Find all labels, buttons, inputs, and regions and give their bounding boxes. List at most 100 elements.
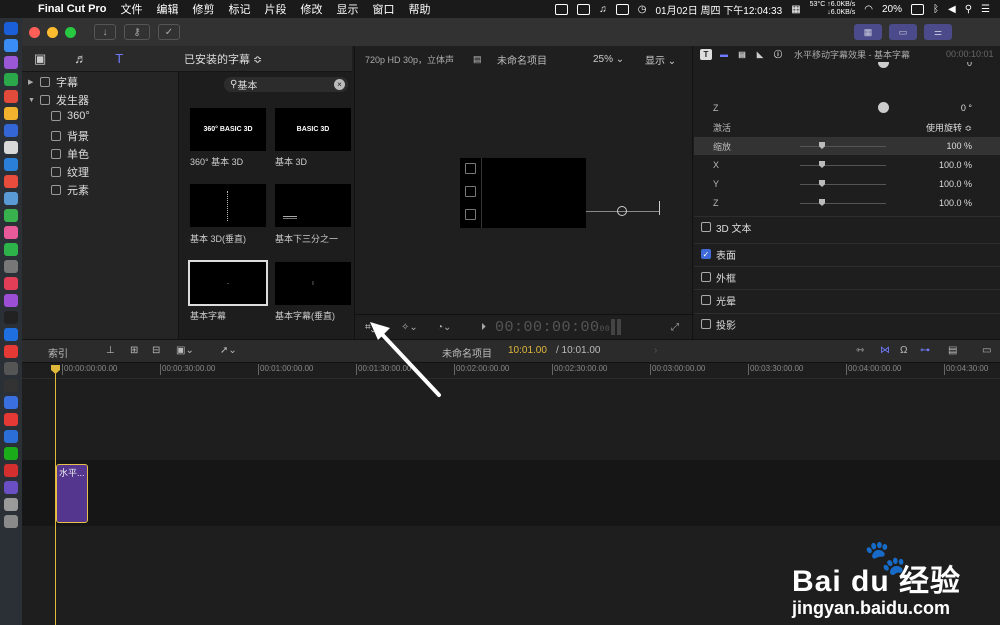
keywords-button[interactable]: ⚷ — [124, 24, 150, 40]
chart-status-icon[interactable]: ▦ — [791, 4, 800, 15]
menu-help[interactable]: 帮助 — [408, 1, 430, 17]
photos-icon[interactable] — [4, 226, 18, 239]
row-value[interactable]: 100.0 % — [939, 179, 972, 189]
menu-clip[interactable]: 片段 — [264, 1, 286, 17]
crop-icon[interactable]: ⌗⌄ — [365, 322, 375, 333]
scale-z-slider[interactable] — [800, 203, 886, 204]
app-store-icon-2[interactable] — [4, 328, 18, 341]
scale-slider[interactable] — [800, 146, 886, 147]
title-inspector-icon[interactable]: ▬ — [718, 49, 730, 60]
tree-item-background[interactable]: 背景 — [51, 128, 89, 144]
photos-audio-icon[interactable]: ♬ — [74, 51, 87, 66]
downloads-icon[interactable] — [4, 498, 18, 511]
row-value[interactable]: 100.0 % — [939, 160, 972, 170]
control-center-icon[interactable]: ☰ — [981, 4, 990, 15]
app-icon-gray[interactable] — [4, 260, 18, 273]
background-tasks-button[interactable]: ✓ — [158, 24, 180, 40]
path-end-marker[interactable] — [659, 201, 660, 215]
app-icon-blue-2[interactable] — [4, 158, 18, 171]
scale-y-slider[interactable] — [800, 184, 886, 185]
rotation-z-dial[interactable] — [878, 102, 889, 113]
tree-item-solids[interactable]: 单色 — [51, 146, 89, 162]
slider-knob[interactable] — [819, 161, 825, 168]
tree-item-360[interactable]: 360° — [51, 110, 90, 122]
preview-icon[interactable] — [4, 141, 18, 154]
clear-search-icon[interactable]: × — [334, 79, 345, 90]
title-thumb-basic-3d[interactable]: BASIC 3D — [275, 108, 351, 151]
title-thumb-360-basic-3d[interactable]: 360° BASIC 3D — [190, 108, 266, 151]
libraries-toggle-button[interactable]: ▦ — [854, 24, 882, 40]
vpn-icon[interactable] — [4, 396, 18, 409]
menu-window[interactable]: 窗口 — [372, 1, 394, 17]
timecode-display[interactable]: 00:00:00:0000 — [495, 319, 610, 336]
audio-skimming-icon[interactable]: ⋈ — [880, 345, 890, 356]
row-value[interactable]: 0 ° — [961, 103, 972, 113]
music-icon[interactable]: ♫ — [599, 4, 607, 15]
cpu-net-monitor[interactable]: 53°C ↑6.0KB/s ↓6.0KB/s — [810, 1, 856, 17]
chrome-icon[interactable] — [4, 107, 18, 120]
search-icon[interactable]: ⚲ — [965, 4, 972, 15]
menu-modify[interactable]: 修改 — [300, 1, 322, 17]
bag-status-icon[interactable] — [577, 3, 591, 15]
position-handle[interactable] — [617, 206, 627, 216]
scale-x-slider[interactable] — [800, 165, 886, 166]
insert-clip-icon[interactable]: ⊞ — [130, 345, 138, 356]
text-inspector-icon[interactable]: T — [700, 48, 712, 60]
checkbox[interactable] — [701, 272, 711, 282]
title-thumb-basic-title-vertical[interactable]: ⁞ — [275, 262, 351, 305]
transition-inspector-icon[interactable]: ◣ — [754, 49, 766, 60]
battery-percent[interactable]: 20% — [882, 4, 902, 15]
animate-popup[interactable]: 使用旋转 ≎ — [926, 121, 972, 134]
wechat-icon[interactable] — [4, 73, 18, 86]
section-drop-shadow[interactable]: 投影 — [694, 313, 1000, 334]
tree-item-textures[interactable]: 纹理 — [51, 164, 89, 180]
messages-icon[interactable] — [4, 243, 18, 256]
final-cut-icon[interactable] — [4, 481, 18, 494]
podcasts-icon[interactable] — [4, 294, 18, 307]
datetime[interactable]: 01月02日 周四 下午12:04:33 — [655, 2, 782, 17]
checkbox[interactable] — [701, 319, 711, 329]
row-value[interactable]: 100.0 % — [939, 198, 972, 208]
terminal-icon[interactable] — [4, 362, 18, 375]
close-button[interactable] — [29, 26, 40, 38]
yandex-icon[interactable] — [4, 413, 18, 426]
menu-edit[interactable]: 编辑 — [156, 1, 178, 17]
forward-arrow-icon[interactable]: › — [654, 345, 657, 356]
bluetooth-icon[interactable]: ᛒ — [933, 4, 939, 15]
app-status-icon[interactable] — [555, 3, 569, 15]
titles-generators-icon[interactable]: T — [115, 51, 123, 66]
menu-mark[interactable]: 标记 — [228, 1, 250, 17]
app-icon-red[interactable] — [4, 90, 18, 103]
wifi-icon[interactable]: ◠ — [864, 4, 873, 15]
section-glow[interactable]: 光晕 — [694, 289, 1000, 310]
app-store-icon[interactable] — [4, 39, 18, 52]
battery-icon[interactable] — [911, 3, 924, 15]
zoom-popup[interactable]: 25% ⌄ — [593, 54, 624, 65]
media-browser-icon[interactable]: ▣ — [34, 51, 46, 67]
timeline-toggle-button[interactable]: ▭ — [889, 24, 917, 40]
timeline-track-upper[interactable] — [22, 379, 1000, 460]
viewer-canvas[interactable] — [460, 158, 586, 228]
tree-item-elements[interactable]: 元素 — [51, 182, 89, 198]
snapping-icon[interactable]: ⊶ — [920, 345, 930, 356]
activity-icon[interactable] — [4, 379, 18, 392]
timeline-ruler[interactable]: 00:00:00:00.00 00:00:30:00.00 00:01:00:00.… — [22, 363, 1000, 379]
rotation-dial[interactable] — [878, 62, 889, 68]
tree-item-generators[interactable]: ▼ 发生器 — [28, 92, 89, 108]
fullscreen-icon[interactable]: ⤢ — [671, 322, 679, 333]
title-thumb-basic-3d-vertical[interactable] — [190, 184, 266, 227]
finder-icon[interactable] — [4, 22, 18, 35]
trash-icon[interactable] — [4, 515, 18, 528]
music-app-icon[interactable] — [4, 277, 18, 290]
title-thumb-lower-third[interactable] — [275, 184, 351, 227]
select-tool-icon[interactable]: ➚⌄ — [220, 345, 237, 356]
import-button[interactable]: ↓ — [94, 24, 116, 40]
search-field[interactable]: ⚲ 基本 × — [224, 77, 348, 92]
app-icon-blue-3[interactable] — [4, 430, 18, 443]
title-clip[interactable]: 水平... — [56, 464, 88, 523]
app-icon-red-3[interactable] — [4, 464, 18, 477]
inspector-toggle-button[interactable]: ⚌ — [924, 24, 952, 40]
app-icon-red-2[interactable] — [4, 345, 18, 358]
slider-knob[interactable] — [819, 199, 825, 206]
display-icon[interactable] — [615, 3, 629, 15]
